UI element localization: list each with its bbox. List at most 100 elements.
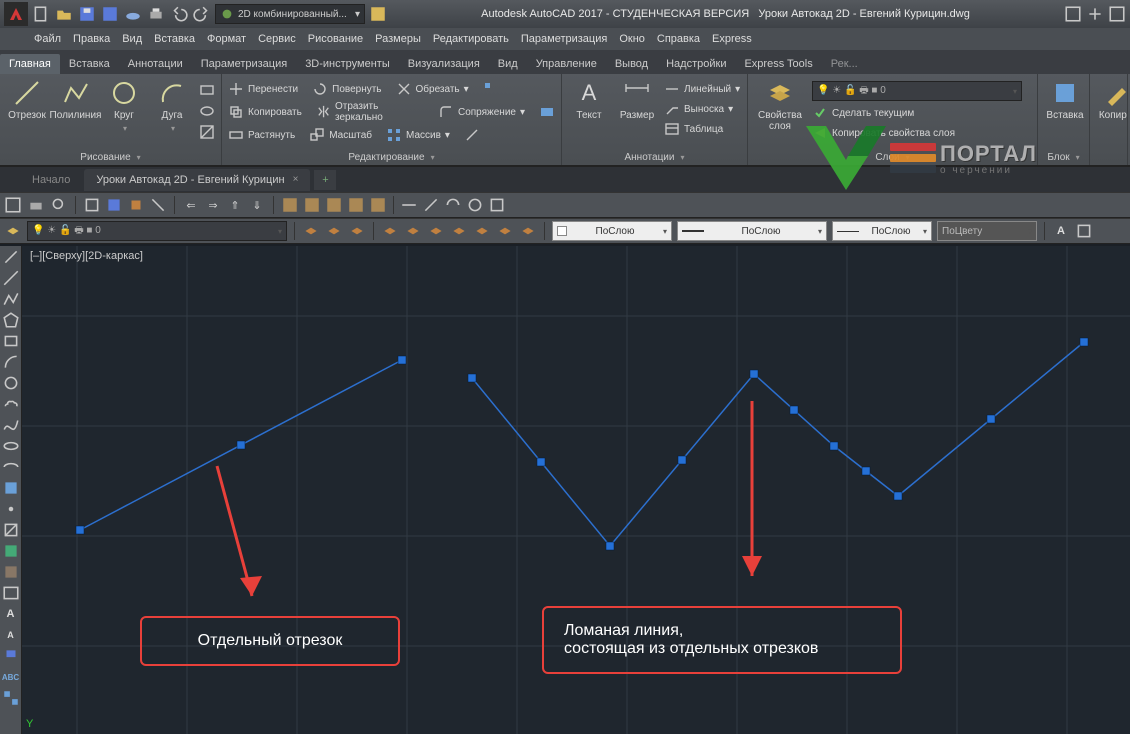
row2-end-icon[interactable]	[1075, 222, 1093, 240]
row1-dim-5[interactable]	[488, 196, 506, 214]
tool-polyline[interactable]: Полилиния	[54, 78, 97, 121]
tool-hatch[interactable]	[199, 124, 215, 140]
plotstyle-dropdown[interactable]: ПоЦвету	[937, 221, 1037, 241]
lt-xline-icon[interactable]	[2, 269, 20, 287]
layer-tool-2[interactable]	[325, 222, 343, 240]
row1-hatch-5[interactable]	[369, 196, 387, 214]
layer-tool-9[interactable]	[496, 222, 514, 240]
color-dropdown[interactable]: ПоСлою	[552, 221, 672, 241]
open-icon[interactable]	[55, 5, 73, 23]
group-draw-label[interactable]: Рисование	[6, 150, 215, 165]
row1-nav-3[interactable]: ⇑	[226, 196, 244, 214]
lt-polygon-icon[interactable]	[2, 311, 20, 329]
titlebar-icon-2[interactable]	[1086, 5, 1104, 23]
lt-block-icon[interactable]	[2, 479, 20, 497]
menu-dimension[interactable]: Размеры	[375, 33, 421, 45]
layer-tool-3[interactable]	[348, 222, 366, 240]
tool-ellipse[interactable]	[199, 103, 215, 119]
row1-nav-4[interactable]: ⇓	[248, 196, 266, 214]
lt-line-icon[interactable]	[2, 248, 20, 266]
tool-trim[interactable]: Обрезать ▾	[396, 81, 469, 97]
layer-tool-6[interactable]	[427, 222, 445, 240]
doc-tab-active[interactable]: Уроки Автокад 2D - Евгений Курицин×	[84, 169, 310, 191]
group-block-label[interactable]: Блок	[1044, 150, 1083, 165]
menu-edit[interactable]: Правка	[73, 33, 110, 45]
ribbon-tab-annotate[interactable]: Аннотации	[119, 54, 192, 74]
lt-region-icon[interactable]	[2, 563, 20, 581]
tool-dim[interactable]: Размер	[616, 78, 658, 121]
row1-hatch-4[interactable]	[347, 196, 365, 214]
layer-tool-1[interactable]	[302, 222, 320, 240]
row1-nav-2[interactable]: ⇒	[204, 196, 222, 214]
redo-icon[interactable]	[193, 5, 211, 23]
workspace-dropdown[interactable]: 2D комбинированный... ▾	[215, 4, 365, 24]
group-modify-label[interactable]: Редактирование	[228, 150, 555, 165]
ribbon-tab-output[interactable]: Вывод	[606, 54, 657, 74]
drawing-canvas[interactable]: [–][Сверху][2D-каркас]	[22, 246, 1130, 734]
view-label[interactable]: [–][Сверху][2D-каркас]	[30, 250, 143, 262]
menu-format[interactable]: Формат	[207, 33, 246, 45]
save-as-icon[interactable]	[101, 5, 119, 23]
new-icon[interactable]	[32, 5, 50, 23]
lt-point-icon[interactable]	[2, 500, 20, 518]
doc-tab-start[interactable]: Начало	[20, 169, 82, 191]
ribbon-tab-3dtools[interactable]: 3D-инструменты	[296, 54, 399, 74]
layer-state-dropdown[interactable]: 💡 ☀ 🔓 🖶 ■ 0	[27, 221, 287, 241]
row1-dim-3[interactable]	[444, 196, 462, 214]
print-icon[interactable]	[147, 5, 165, 23]
ribbon-tab-insert[interactable]: Вставка	[60, 54, 119, 74]
tool-mirror[interactable]: Отразить зеркально	[316, 101, 424, 123]
layer-tool-5[interactable]	[404, 222, 422, 240]
lt-mtext2-icon[interactable]: A	[2, 626, 20, 644]
row1-icon-d[interactable]	[149, 196, 167, 214]
tool-stretch[interactable]: Растянуть	[228, 127, 295, 143]
row1-dim-1[interactable]	[400, 196, 418, 214]
tool-table[interactable]: Таблица	[664, 121, 740, 137]
titlebar-icon-3[interactable]	[1108, 5, 1126, 23]
lt-rect-icon[interactable]	[2, 332, 20, 350]
lt-mtext-icon[interactable]: A	[2, 605, 20, 623]
lt-hatch-icon[interactable]	[2, 521, 20, 539]
titlebar-icon-1[interactable]	[1064, 5, 1082, 23]
textstyle-icon[interactable]: A	[1052, 222, 1070, 240]
menu-file[interactable]: Файл	[34, 33, 61, 45]
lt-table-icon[interactable]	[2, 584, 20, 602]
tool-leader[interactable]: Выноска ▾	[664, 101, 740, 117]
st1-print-icon[interactable]	[27, 196, 45, 214]
lineweight-dropdown[interactable]: ПоСлою	[832, 221, 932, 241]
lt-group-icon[interactable]	[2, 689, 20, 707]
tool-scale[interactable]: Масштаб	[309, 127, 372, 143]
row1-hatch-1[interactable]	[281, 196, 299, 214]
tool-make-current[interactable]: Сделать текущим	[812, 105, 1031, 121]
row1-icon-a[interactable]	[83, 196, 101, 214]
ribbon-tab-featured[interactable]: Рек...	[822, 54, 867, 74]
lt-ellipsearc-icon[interactable]	[2, 458, 20, 476]
row1-nav-1[interactable]: ⇐	[182, 196, 200, 214]
layer-dropdown[interactable]: 💡 ☀ 🔓 🖶 ■ 0	[812, 81, 1022, 101]
menu-draw[interactable]: Рисование	[308, 33, 363, 45]
menu-tools[interactable]: Сервис	[258, 33, 296, 45]
menu-window[interactable]: Окно	[619, 33, 645, 45]
tool-array[interactable]: Массив ▾	[386, 127, 450, 143]
tool-copy[interactable]: Копировать	[228, 101, 302, 123]
layer-tool-7[interactable]	[450, 222, 468, 240]
menu-parametric[interactable]: Параметризация	[521, 33, 607, 45]
tool-insert-block[interactable]: Вставка	[1044, 78, 1086, 121]
cloud-icon[interactable]	[124, 5, 142, 23]
tool-text[interactable]: AТекст	[568, 78, 610, 121]
tool-extra-3[interactable]	[464, 127, 480, 143]
row1-icon-c[interactable]	[127, 196, 145, 214]
workspace-save-icon[interactable]	[369, 5, 387, 23]
tool-arc[interactable]: Дуга	[151, 78, 193, 134]
row1-hatch-2[interactable]	[303, 196, 321, 214]
menu-express[interactable]: Express	[712, 33, 752, 45]
menu-view[interactable]: Вид	[122, 33, 142, 45]
menu-insert[interactable]: Вставка	[154, 33, 195, 45]
tool-rotate[interactable]: Повернуть	[312, 81, 381, 97]
row1-dim-4[interactable]	[466, 196, 484, 214]
tool-move[interactable]: Перенести	[228, 81, 298, 97]
ribbon-tab-manage[interactable]: Управление	[527, 54, 606, 74]
save-icon[interactable]	[78, 5, 96, 23]
polyline-segments[interactable]	[472, 342, 1084, 546]
ribbon-tab-visualize[interactable]: Визуализация	[399, 54, 489, 74]
